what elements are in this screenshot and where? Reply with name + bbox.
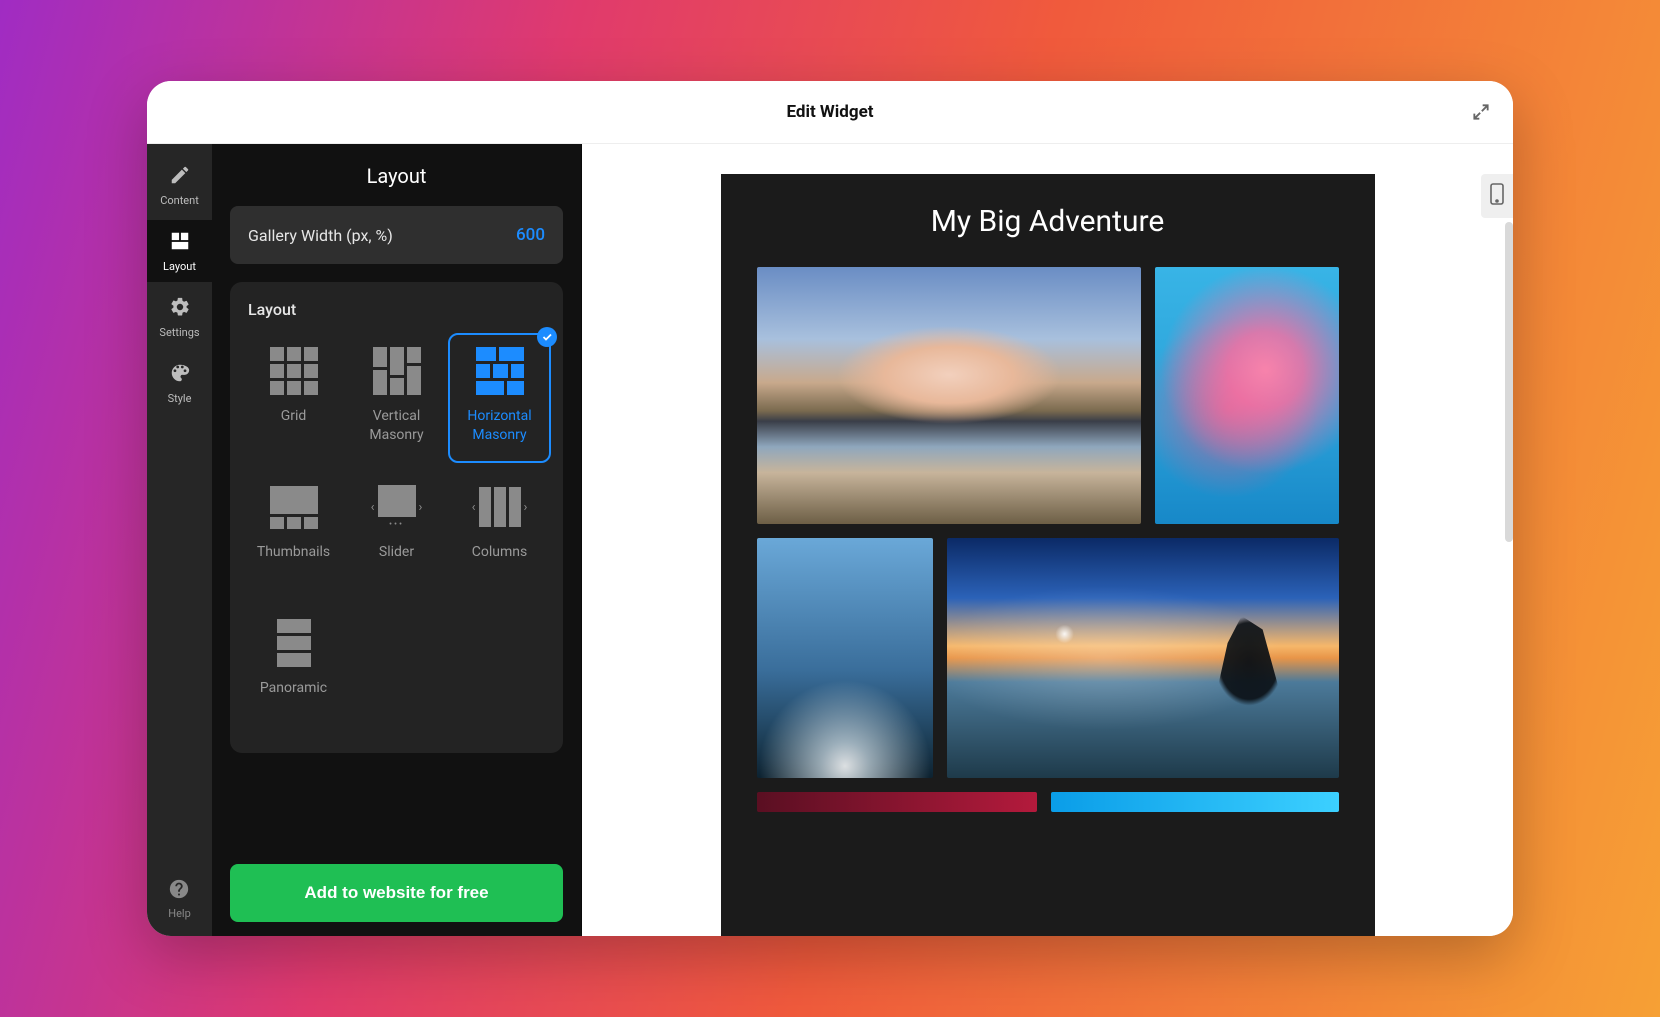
rail-label-content: Content	[160, 194, 199, 207]
gallery-image[interactable]	[1051, 792, 1339, 812]
layout-option-panoramic[interactable]: Panoramic	[242, 605, 345, 735]
layout-option-grid[interactable]: Grid	[242, 333, 345, 463]
columns-thumb-icon: ‹ ›	[472, 481, 528, 533]
layout-option-label: Grid	[281, 407, 307, 426]
gallery-row	[757, 538, 1339, 778]
chevron-right-icon: ›	[521, 500, 531, 515]
gallery-row	[757, 792, 1339, 812]
field-value: 600	[516, 225, 545, 245]
rail-item-layout[interactable]: Layout	[147, 220, 212, 282]
layout-option-label: Horizontal Masonry	[454, 407, 545, 445]
editor-window: Edit Widget Content Layout	[147, 81, 1513, 936]
layout-option-label: Columns	[472, 543, 527, 562]
layout-icon	[169, 230, 191, 255]
gallery-image[interactable]	[757, 538, 933, 778]
gallery-image[interactable]	[947, 538, 1339, 778]
body: Content Layout Settings Style	[147, 144, 1513, 936]
gallery	[757, 267, 1339, 812]
grid-thumb-icon	[266, 345, 322, 397]
chevron-left-icon: ‹	[368, 500, 378, 515]
layout-section: Layout Grid	[230, 282, 563, 753]
chevron-right-icon: ›	[416, 500, 426, 515]
panel-title: Layout	[212, 144, 581, 206]
layout-option-slider[interactable]: ‹ ••• › Slider	[345, 469, 448, 599]
hmasonry-thumb-icon	[472, 345, 528, 397]
gallery-image[interactable]	[757, 792, 1037, 812]
layout-option-label: Thumbnails	[257, 543, 330, 562]
gallery-image[interactable]	[1155, 267, 1339, 524]
layout-option-columns[interactable]: ‹ › Columns	[448, 469, 551, 599]
rail-label-layout: Layout	[163, 260, 196, 273]
mobile-preview-toggle[interactable]	[1481, 174, 1513, 218]
rail-label-help: Help	[168, 907, 191, 920]
field-label: Gallery Width (px, %)	[248, 226, 393, 245]
expand-icon[interactable]	[1471, 102, 1491, 122]
rail-label-style: Style	[168, 392, 192, 405]
rail-label-settings: Settings	[159, 326, 199, 339]
vmasonry-thumb-icon	[369, 345, 425, 397]
gallery-heading: My Big Adventure	[757, 204, 1339, 239]
layout-option-vertical-masonry[interactable]: Vertical Masonry	[345, 333, 448, 463]
layout-grid: Grid Vertical Masonry	[242, 333, 551, 735]
layout-option-horizontal-masonry[interactable]: Horizontal Masonry	[448, 333, 551, 463]
checkmark-icon	[537, 327, 557, 347]
rail-item-help[interactable]: Help	[168, 878, 191, 920]
preview-canvas: My Big Adventure	[721, 174, 1375, 936]
window-title: Edit Widget	[786, 102, 873, 122]
gallery-row	[757, 267, 1339, 524]
rail-item-settings[interactable]: Settings	[147, 286, 212, 348]
panoramic-thumb-icon	[266, 617, 322, 669]
rail-item-content[interactable]: Content	[147, 154, 212, 216]
preview-scrollbar[interactable]	[1505, 222, 1513, 542]
chevron-left-icon: ‹	[469, 500, 479, 515]
layout-option-thumbnails[interactable]: Thumbnails	[242, 469, 345, 599]
help-icon	[168, 878, 190, 903]
pencil-icon	[169, 164, 191, 189]
layout-option-label: Slider	[379, 543, 414, 562]
gear-icon	[169, 296, 191, 321]
gallery-image[interactable]	[757, 267, 1141, 524]
thumbnails-thumb-icon	[266, 481, 322, 533]
slider-thumb-icon: ‹ ••• ›	[369, 481, 425, 533]
layout-section-title: Layout	[248, 300, 545, 319]
panel-scroll[interactable]: Layout Gallery Width (px, %) 600 Layout	[212, 144, 581, 850]
titlebar: Edit Widget	[147, 81, 1513, 144]
sidebar-rail: Content Layout Settings Style	[147, 144, 212, 936]
layout-option-label: Panoramic	[260, 679, 327, 698]
rail-item-style[interactable]: Style	[147, 352, 212, 414]
settings-panel: Layout Gallery Width (px, %) 600 Layout	[212, 144, 582, 936]
field-gallery-width[interactable]: Gallery Width (px, %) 600	[230, 206, 563, 264]
palette-icon	[169, 362, 191, 387]
layout-option-label: Vertical Masonry	[351, 407, 442, 445]
preview-area: My Big Adventure	[582, 144, 1513, 936]
add-to-website-button[interactable]: Add to website for free	[230, 864, 563, 922]
mobile-icon	[1489, 182, 1505, 210]
